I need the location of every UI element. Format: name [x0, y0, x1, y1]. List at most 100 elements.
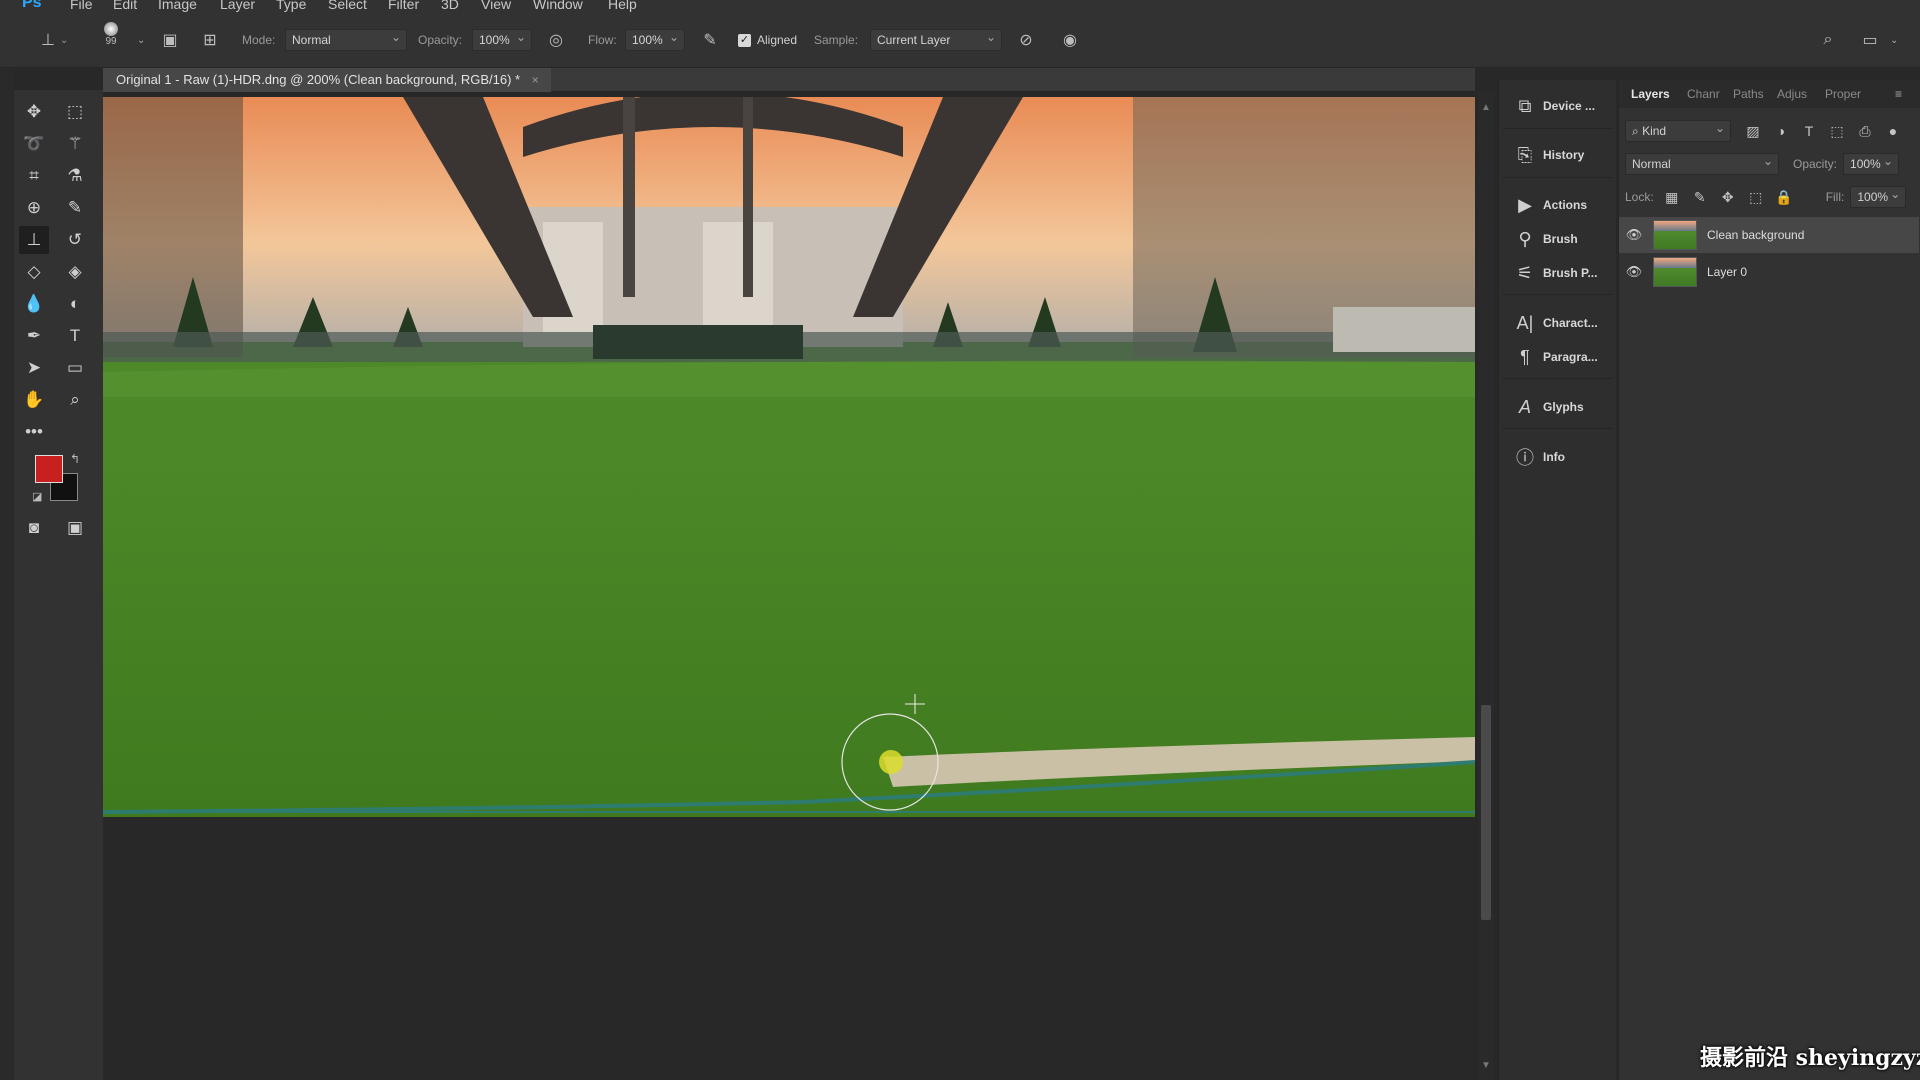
layer-row[interactable]: 👁 Clean background — [1619, 217, 1919, 253]
dock-paragraph[interactable]: ¶ Paragra... — [1499, 341, 1617, 373]
quick-mask-icon[interactable]: ◙ — [19, 514, 49, 542]
path-selection-tool-icon[interactable]: ➤ — [19, 354, 49, 382]
menu-file[interactable]: File — [70, 0, 93, 12]
more-tools-icon[interactable]: ••• — [19, 418, 49, 446]
filter-toggle-icon[interactable]: ● — [1879, 123, 1907, 139]
foreground-color-swatch[interactable] — [35, 455, 63, 483]
tab-layers[interactable]: Layers — [1631, 80, 1670, 108]
eraser-tool-icon[interactable]: ◇ — [19, 258, 49, 286]
ignore-adjustment-layers-icon[interactable]: ⊘ — [1014, 28, 1038, 52]
menu-filter[interactable]: Filter — [388, 0, 419, 12]
toggle-brush-panel-button[interactable]: ▣ — [158, 28, 182, 52]
filter-kind-select[interactable]: ⌕ Kind — [1625, 118, 1731, 142]
menu-window[interactable]: Window — [533, 0, 583, 12]
dock-info[interactable]: ⓘ Info — [1499, 441, 1617, 473]
document-tab[interactable]: Original 1 - Raw (1)-HDR.dng @ 200% (Cle… — [103, 68, 551, 92]
lasso-tool-icon[interactable]: ➰ — [19, 130, 49, 158]
brush-picker-chevron-icon[interactable]: ⌄ — [137, 28, 145, 52]
filter-pixel-icon[interactable]: ▨ — [1739, 123, 1767, 140]
scrollbar-thumb[interactable] — [1481, 705, 1491, 920]
layer-opacity-input[interactable]: 100% — [1843, 151, 1900, 175]
eyedropper-tool-icon[interactable]: ⚗ — [60, 162, 90, 190]
sample-select[interactable]: Current Layer — [870, 27, 1002, 51]
dock-glyphs[interactable]: A Glyphs — [1499, 391, 1617, 423]
swap-colors-icon[interactable]: ↰ — [70, 452, 80, 466]
actions-play-icon: ▶ — [1518, 194, 1532, 215]
dock-brush[interactable]: ⚲ Brush — [1499, 223, 1617, 255]
filter-type-icon[interactable]: T — [1795, 123, 1823, 139]
canvas-vertical-scrollbar[interactable]: ▲ ▼ — [1478, 92, 1494, 1080]
dock-brush-presets[interactable]: ⚟ Brush P... — [1499, 257, 1617, 289]
airbrush-icon[interactable]: ✎ — [698, 28, 722, 52]
blur-tool-icon[interactable]: 💧 — [19, 290, 49, 318]
marquee-tool-icon[interactable]: ⬚ — [60, 98, 90, 126]
lock-image-pixels-icon[interactable]: ✎ — [1686, 189, 1714, 206]
clone-stamp-tool-icon[interactable]: ⊥ — [19, 226, 49, 254]
opacity-input[interactable]: 100% — [472, 27, 532, 51]
layer-row[interactable]: 👁 Layer 0 — [1619, 254, 1919, 290]
brush-tool-icon[interactable]: ✎ — [60, 194, 90, 222]
magic-wand-tool-icon[interactable]: ⚚ — [60, 130, 90, 158]
visibility-eye-icon[interactable]: 👁 — [1619, 264, 1649, 280]
document-tab-bar: Original 1 - Raw (1)-HDR.dng @ 200% (Cle… — [103, 68, 1475, 92]
pressure-size-icon[interactable]: ◉ — [1058, 28, 1082, 52]
fill-input[interactable]: 100% — [1850, 184, 1907, 208]
menu-type[interactable]: Type — [276, 0, 306, 12]
dock-character[interactable]: A| Charact... — [1499, 307, 1617, 339]
lock-transparent-pixels-icon[interactable]: ▦ — [1658, 189, 1686, 206]
toggle-clone-source-button[interactable]: ⊞ — [198, 28, 222, 52]
lock-position-icon[interactable]: ✥ — [1714, 189, 1742, 206]
layer-name: Layer 0 — [1707, 265, 1748, 279]
search-icon[interactable]: ⌕ — [1816, 28, 1840, 52]
lock-all-icon[interactable]: 🔒 — [1770, 189, 1798, 206]
blend-mode-select[interactable]: Normal — [1625, 151, 1779, 175]
filter-smart-object-icon[interactable]: ⎙ — [1851, 123, 1879, 140]
workspace-chevron-icon[interactable]: ⌄ — [1890, 28, 1898, 52]
zoom-tool-icon[interactable]: ⌕ — [60, 386, 90, 414]
rectangle-tool-icon[interactable]: ▭ — [60, 354, 90, 382]
document-canvas[interactable] — [103, 97, 1475, 817]
menu-image[interactable]: Image — [158, 0, 197, 12]
pressure-opacity-icon[interactable]: ◎ — [544, 28, 568, 52]
menu-view[interactable]: View — [481, 0, 511, 12]
brush-preset-picker[interactable]: 99 — [104, 22, 118, 58]
dock-device-preview[interactable]: ⧉ Device ... — [1499, 90, 1617, 122]
tab-channels[interactable]: Chanr — [1687, 80, 1720, 108]
mode-select[interactable]: Normal — [285, 27, 407, 51]
menu-layer[interactable]: Layer — [220, 0, 255, 12]
workspace-switcher-icon[interactable]: ▭ — [1858, 28, 1882, 52]
tab-properties[interactable]: Proper — [1825, 80, 1861, 108]
aligned-checkbox[interactable]: ✓ Aligned — [738, 28, 797, 52]
close-icon[interactable]: × — [532, 73, 539, 87]
filter-shape-icon[interactable]: ⬚ — [1823, 123, 1851, 140]
tool-preset-picker[interactable]: ⊥ ⌄ — [36, 28, 68, 52]
visibility-eye-icon[interactable]: 👁 — [1619, 227, 1649, 243]
lock-artboard-icon[interactable]: ⬚ — [1742, 189, 1770, 206]
healing-brush-tool-icon[interactable]: ⊕ — [19, 194, 49, 222]
scroll-up-icon[interactable]: ▲ — [1481, 102, 1491, 113]
tab-adjustments[interactable]: Adjus — [1777, 80, 1807, 108]
history-brush-tool-icon[interactable]: ↺ — [60, 226, 90, 254]
move-tool-icon[interactable]: ✥ — [19, 98, 49, 126]
pen-tool-icon[interactable]: ✒ — [19, 322, 49, 350]
flow-input[interactable]: 100% — [625, 27, 685, 51]
opacity-label: Opacity: — [418, 33, 463, 47]
menu-select[interactable]: Select — [328, 0, 367, 12]
dock-history[interactable]: ⎘ History — [1499, 139, 1617, 171]
filter-adjustment-icon[interactable]: ◑ — [1767, 123, 1795, 139]
screen-mode-icon[interactable]: ▣ — [60, 514, 90, 542]
default-colors-icon[interactable]: ◪ — [32, 490, 42, 503]
hand-tool-icon[interactable]: ✋ — [19, 386, 49, 414]
canvas-area[interactable] — [103, 92, 1475, 1080]
dodge-tool-icon[interactable]: ◐ — [60, 290, 90, 318]
tab-paths[interactable]: Paths — [1733, 80, 1764, 108]
dock-actions[interactable]: ▶ Actions — [1499, 189, 1617, 221]
crop-tool-icon[interactable]: ⌗ — [19, 162, 49, 190]
menu-help[interactable]: Help — [608, 0, 637, 12]
scroll-down-icon[interactable]: ▼ — [1481, 1060, 1491, 1071]
paint-bucket-tool-icon[interactable]: ◈ — [60, 258, 90, 286]
menu-3d[interactable]: 3D — [441, 0, 459, 12]
menu-edit[interactable]: Edit — [113, 0, 137, 12]
type-tool-icon[interactable]: T — [60, 322, 90, 350]
panel-menu-icon[interactable]: ≡ — [1895, 80, 1902, 108]
